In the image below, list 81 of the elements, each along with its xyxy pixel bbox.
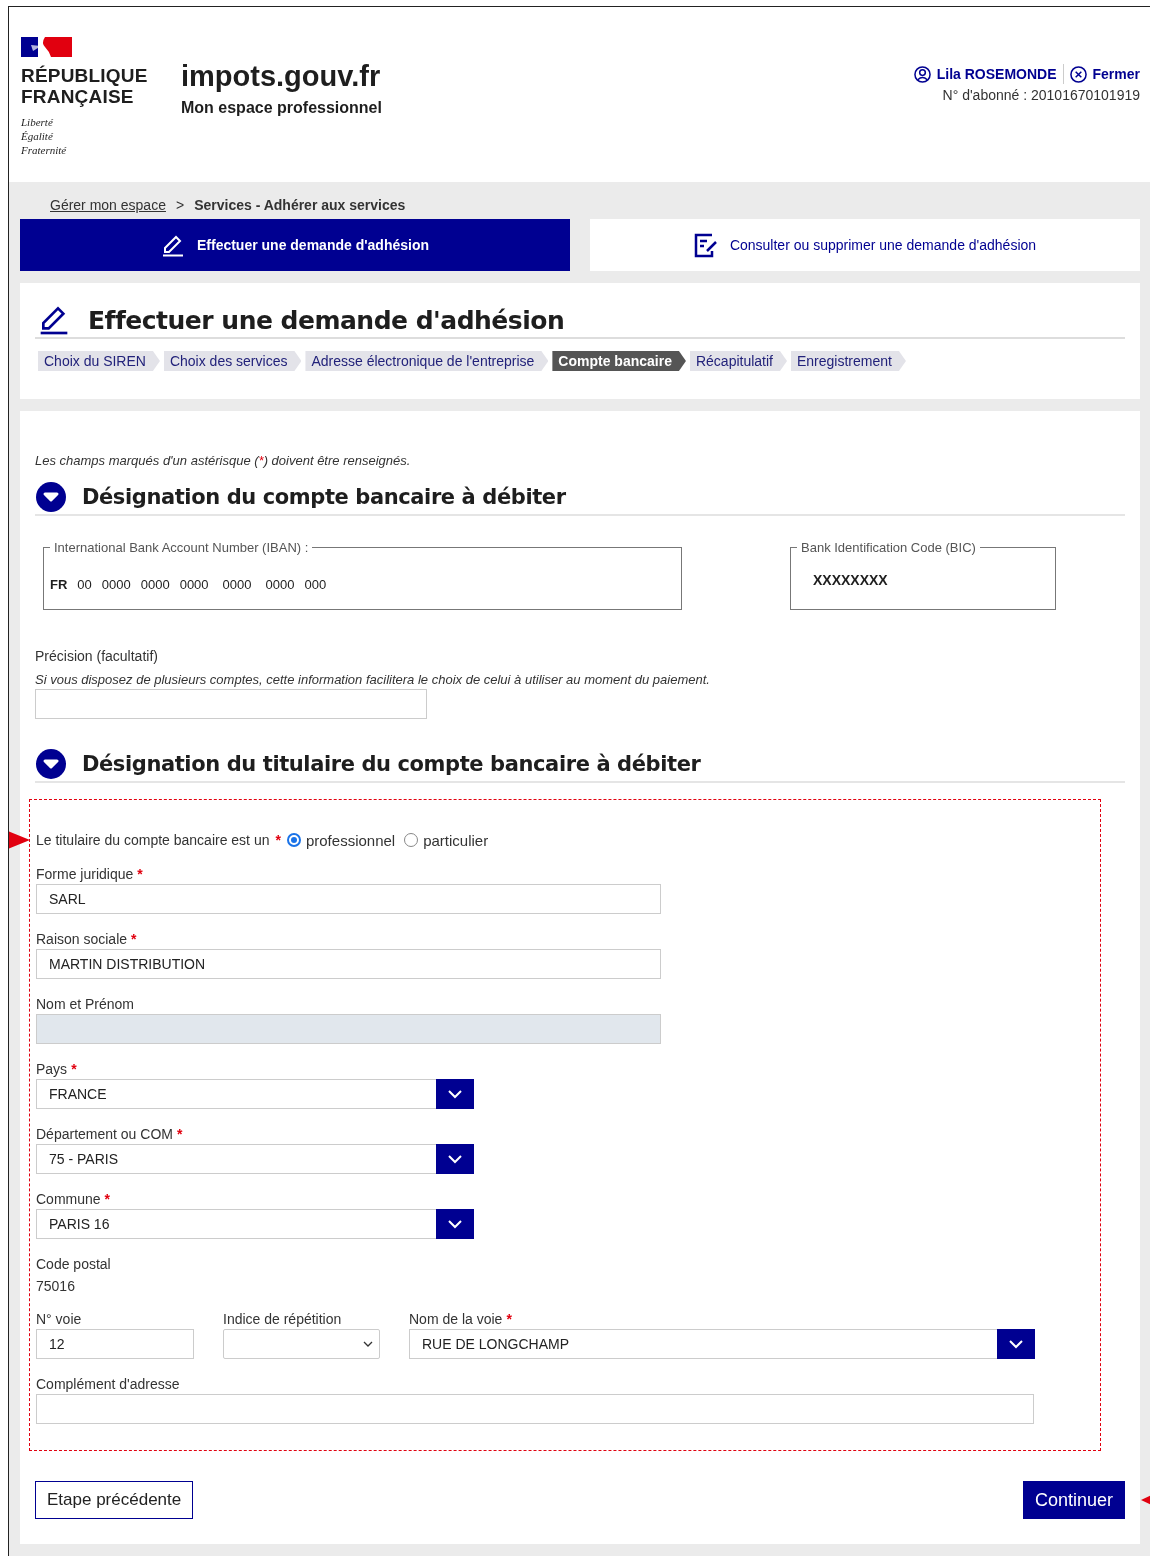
user-icon — [913, 65, 931, 83]
section-heading: Désignation du compte bancaire à débiter — [82, 485, 566, 509]
iban-field[interactable]: International Bank Account Number (IBAN) : FR 00 0000 0000 0000 0000 0000 000 — [43, 540, 682, 610]
required-mark: * — [275, 832, 281, 848]
bic-field[interactable]: Bank Identification Code (BIC) XXXXXXXX — [790, 540, 1056, 610]
continue-button[interactable]: Continuer — [1022, 1481, 1125, 1519]
previous-step-button[interactable]: Etape précédente — [35, 1481, 194, 1519]
field-label: Pays * — [36, 1060, 78, 1079]
field-label: Nom de la voie * — [409, 1310, 513, 1329]
field-label: Département ou COM * — [36, 1125, 184, 1144]
dropdown-button[interactable] — [997, 1329, 1035, 1359]
flag-logo-icon — [21, 37, 72, 57]
motto-text: Égalité — [21, 129, 54, 143]
site-subtitle: Mon espace professionnel — [181, 99, 382, 117]
pencil-icon — [160, 233, 185, 257]
input-field[interactable] — [35, 689, 427, 719]
republic-name: FRANÇAISE — [21, 86, 135, 107]
radio-option[interactable]: particulier — [404, 831, 489, 849]
tab[interactable]: Effectuer une demande d'adhésion — [20, 219, 570, 271]
bic-value: XXXXXXXX — [813, 572, 888, 588]
motto-text: Liberté — [21, 115, 54, 129]
step-indicator: Enregistrement — [791, 351, 906, 371]
document-edit-icon — [693, 232, 718, 258]
breadcrumb-link[interactable]: Gérer mon espace — [50, 196, 166, 213]
logout-link[interactable]: Fermer — [1069, 65, 1140, 83]
select-field[interactable]: PARIS 16 — [36, 1209, 474, 1239]
field-label: Complément d'adresse — [36, 1375, 181, 1394]
dropdown-button[interactable] — [436, 1144, 474, 1174]
radio-icon[interactable] — [286, 833, 301, 847]
site-title: impots.gouv.fr — [181, 59, 382, 93]
iban-digits: 000 — [304, 576, 327, 592]
page-title: Effectuer une demande d'adhésion — [88, 306, 565, 335]
field-value: 75016 — [36, 1278, 76, 1294]
iban-digits: 0000 — [140, 576, 170, 592]
field-label: N° voie — [36, 1310, 83, 1329]
tab[interactable]: Consulter ou supprimer une demande d'adhésion — [590, 219, 1140, 271]
iban-digits: 0000 — [179, 576, 209, 592]
iban-digits: 0000 — [265, 576, 295, 592]
field-label: Forme juridique * — [36, 865, 144, 884]
select-field[interactable] — [223, 1329, 380, 1359]
subscriber-number: N° d'abonné : 20101670101919 — [942, 87, 1140, 103]
close-icon — [1069, 65, 1087, 83]
field-label: Le titulaire du compte bancaire est un — [36, 832, 270, 848]
step-indicator: Choix des services — [163, 351, 302, 371]
chevron-circle-icon — [36, 749, 66, 779]
caret-icon — [363, 1340, 373, 1348]
field-label: Raison sociale * — [36, 930, 138, 949]
field-label: Précision (facultatif) — [35, 647, 159, 666]
step-indicator: Adresse électronique de l'entreprise — [305, 351, 549, 371]
field-label: Indice de répétition — [223, 1310, 343, 1329]
iban-digits: 00 — [77, 576, 92, 592]
select-field[interactable]: FRANCE — [36, 1079, 474, 1109]
user-link[interactable]: Lila ROSEMONDE — [913, 65, 1057, 83]
field-label: Nom et Prénom — [36, 995, 136, 1014]
radio-option[interactable]: professionnel — [286, 831, 396, 849]
field-hint: Si vous disposez de plusieurs comptes, cette information facilitera le choix de celui à utiliser au moment du paiement. — [35, 672, 711, 687]
input-field[interactable]: MARTIN DISTRIBUTION — [36, 949, 661, 979]
chevron-circle-icon — [36, 482, 66, 512]
section-heading: Désignation du titulaire du compte bancaire à débiter — [82, 752, 701, 776]
field-label: Code postal — [36, 1255, 111, 1274]
breadcrumb-current: Services - Adhérer aux services — [194, 196, 406, 213]
required-note: Les champs marqués d'un astérisque (*) doivent être renseignés. — [35, 453, 412, 468]
iban-digits: FR — [50, 576, 68, 592]
step-indicator: Compte bancaire — [552, 351, 686, 371]
select-field[interactable]: 75 - PARIS — [36, 1144, 474, 1174]
field-label: Commune * — [36, 1190, 112, 1209]
republic-name: RÉPUBLIQUE — [21, 65, 149, 86]
field-legend: Bank Identification Code (BIC) — [797, 540, 980, 555]
field-legend: International Bank Account Number (IBAN) : — [50, 540, 313, 555]
motto-text: Fraternité — [21, 143, 68, 157]
input-field[interactable]: SARL — [36, 884, 661, 914]
dropdown-button[interactable] — [436, 1079, 474, 1109]
input-field[interactable] — [36, 1394, 1034, 1424]
iban-digits: 0000 — [101, 576, 131, 592]
dropdown-button[interactable] — [436, 1209, 474, 1239]
select-field[interactable]: RUE DE LONGCHAMP — [409, 1329, 1035, 1359]
iban-digits: 0000 — [222, 576, 252, 592]
step-indicator: Récapitulatif — [689, 351, 787, 371]
input-field[interactable]: 12 — [36, 1329, 194, 1359]
breadcrumb-separator: > — [175, 196, 185, 213]
step-indicator: Choix du SIREN — [38, 351, 160, 371]
